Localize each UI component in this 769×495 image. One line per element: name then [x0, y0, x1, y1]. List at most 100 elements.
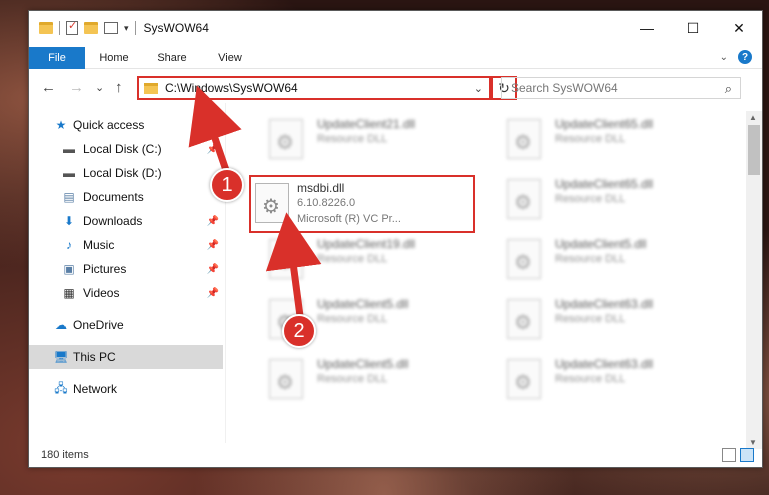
pin-icon[interactable]: 📌	[207, 264, 219, 275]
sidebar-item-label: Quick access	[73, 118, 145, 132]
new-folder-icon[interactable]	[84, 22, 98, 34]
file-name: UpdateClient21.dll	[317, 117, 416, 131]
sidebar-item-music[interactable]: ♪ Music 📌	[29, 233, 223, 257]
sidebar-item-local-disk-c[interactable]: ▬ Local Disk (C:) 📌	[29, 137, 223, 161]
window-title: SysWOW64	[143, 21, 209, 35]
file-item[interactable]: UpdateClient63.dll Resource DLL	[487, 353, 707, 409]
file-type: Resource DLL	[555, 133, 626, 145]
dll-file-icon	[269, 239, 303, 279]
properties-check-icon[interactable]	[66, 19, 78, 35]
cloud-icon: ☁	[55, 318, 67, 332]
search-input[interactable]: Search SysWOW64	[511, 81, 618, 95]
dll-file-icon	[507, 359, 541, 399]
sidebar-item-label: This PC	[73, 350, 116, 364]
file-item[interactable]: UpdateClient21.dll Resource DLL	[249, 113, 469, 169]
file-name: UpdateClient5.dll	[555, 237, 647, 251]
sidebar-item-network[interactable]: 🖧 Network	[29, 377, 223, 401]
sidebar-item-downloads[interactable]: ⬇ Downloads 📌	[29, 209, 223, 233]
sidebar-item-documents[interactable]: ▤ Documents	[29, 185, 223, 209]
step-2-badge: 2	[282, 314, 316, 348]
file-name: UpdateClient5.dll	[317, 357, 409, 371]
file-item[interactable]: UpdateClient5.dll Resource DLL	[487, 233, 707, 289]
dll-file-icon	[507, 299, 541, 339]
sidebar-item-label: Documents	[83, 190, 144, 204]
tab-home[interactable]: Home	[85, 52, 143, 64]
title-bar: ▾ SysWOW64 — ☐ ✕	[29, 11, 762, 45]
tab-file[interactable]: File	[29, 46, 85, 69]
search-icon[interactable]: ⌕	[725, 81, 732, 97]
drive-icon: ▬	[63, 166, 75, 180]
forward-button[interactable]: →	[69, 79, 84, 96]
file-version: 6.10.8226.0	[297, 197, 356, 209]
chevron-down-icon[interactable]: ▾	[124, 23, 129, 34]
sidebar-item-videos[interactable]: ▦ Videos 📌	[29, 281, 223, 305]
network-icon: 🖧	[54, 380, 68, 395]
file-type: Resource DLL	[317, 373, 388, 385]
file-item[interactable]: UpdateClient19.dll Resource DLL	[249, 233, 469, 289]
sidebar-item-quick-access[interactable]: ★ Quick access	[29, 113, 223, 137]
chevron-down-icon[interactable]: ⌄	[474, 82, 483, 95]
tiles-view-icon[interactable]	[740, 448, 754, 462]
navigation-bar: ← → ⌄ ↑ C:\Windows\SysWOW64 ⌄ ↻ Search S…	[29, 73, 762, 103]
file-type: Resource DLL	[555, 313, 626, 325]
sidebar-item-pictures[interactable]: ▣ Pictures 📌	[29, 257, 223, 281]
highlighted-file-item[interactable]: msdbi.dll 6.10.8226.0 Microsoft (R) VC P…	[249, 175, 475, 233]
file-item-msdbi[interactable]: msdbi.dll 6.10.8226.0 Microsoft (R) VC P…	[249, 175, 469, 231]
file-name: UpdateClient65.dll	[555, 117, 654, 131]
sidebar-item-this-pc[interactable]: 🖥 This PC	[29, 345, 223, 369]
search-box[interactable]: Search SysWOW64 ⌕	[501, 77, 741, 99]
file-list: UpdateClient21.dll Resource DLL UpdateCl…	[229, 111, 743, 441]
file-item[interactable]: UpdateClient65.dll Resource DLL	[487, 113, 707, 169]
drive-icon: ▬	[63, 142, 75, 156]
close-button[interactable]: ✕	[716, 11, 762, 45]
star-icon: ★	[55, 118, 67, 132]
pin-icon[interactable]: 📌	[207, 288, 219, 299]
file-item[interactable]: UpdateClient65.dll Resource DLL	[487, 173, 707, 229]
item-count: 180 items	[41, 449, 89, 461]
sidebar-item-label: Music	[83, 238, 115, 252]
documents-icon: ▤	[63, 190, 75, 204]
vertical-scrollbar[interactable]: ▲ ▼	[746, 111, 762, 449]
file-item[interactable]: UpdateClient5.dll Resource DLL	[249, 293, 469, 349]
address-bar[interactable]: C:\Windows\SysWOW64 ⌄	[137, 76, 491, 100]
expand-ribbon-icon[interactable]: ⌄	[720, 52, 728, 63]
file-type: Resource DLL	[555, 193, 626, 205]
tab-view[interactable]: View	[201, 52, 259, 64]
sidebar-item-onedrive[interactable]: ☁ OneDrive	[29, 313, 223, 337]
help-icon[interactable]: ?	[738, 50, 752, 64]
status-bar: 180 items	[29, 443, 762, 467]
up-button[interactable]: ↑	[115, 79, 123, 96]
view-toggle	[722, 448, 754, 462]
file-item[interactable]: UpdateClient63.dll Resource DLL	[487, 293, 707, 349]
pane-divider[interactable]	[225, 103, 226, 443]
tab-share[interactable]: Share	[143, 52, 201, 64]
dll-file-icon	[269, 359, 303, 399]
file-name: msdbi.dll	[297, 181, 345, 195]
minimize-button[interactable]: —	[624, 11, 670, 45]
file-name: UpdateClient19.dll	[317, 237, 416, 251]
ribbon-right: ⌄ ?	[720, 50, 752, 64]
file-item[interactable]: UpdateClient5.dll Resource DLL	[249, 353, 469, 409]
step-1-badge: 1	[210, 168, 244, 202]
scroll-thumb[interactable]	[748, 125, 760, 175]
maximize-button[interactable]: ☐	[670, 11, 716, 45]
details-view-icon[interactable]	[722, 448, 736, 462]
back-button[interactable]: ←	[41, 79, 56, 96]
pin-icon[interactable]: 📌	[207, 216, 219, 227]
toolbar-separator	[59, 21, 60, 35]
customize-icon[interactable]	[104, 22, 118, 34]
music-icon: ♪	[66, 238, 72, 252]
sidebar-item-label: Local Disk (D:)	[83, 166, 162, 180]
pin-icon[interactable]: 📌	[207, 240, 219, 251]
address-path[interactable]: C:\Windows\SysWOW64	[165, 81, 298, 95]
sidebar-item-label: Downloads	[83, 214, 143, 228]
file-type: Resource DLL	[317, 253, 388, 265]
quick-access-toolbar: ▾	[29, 19, 136, 35]
sidebar-item-local-disk-d[interactable]: ▬ Local Disk (D:)	[29, 161, 223, 185]
download-icon: ⬇	[63, 214, 75, 228]
recent-locations-button[interactable]: ⌄	[95, 81, 104, 94]
file-name: UpdateClient63.dll	[555, 357, 654, 371]
pin-icon[interactable]: 📌	[207, 144, 219, 155]
scroll-up-icon[interactable]: ▲	[749, 113, 757, 122]
ribbon-tabs: File Home Share View ⌄ ?	[29, 46, 762, 69]
